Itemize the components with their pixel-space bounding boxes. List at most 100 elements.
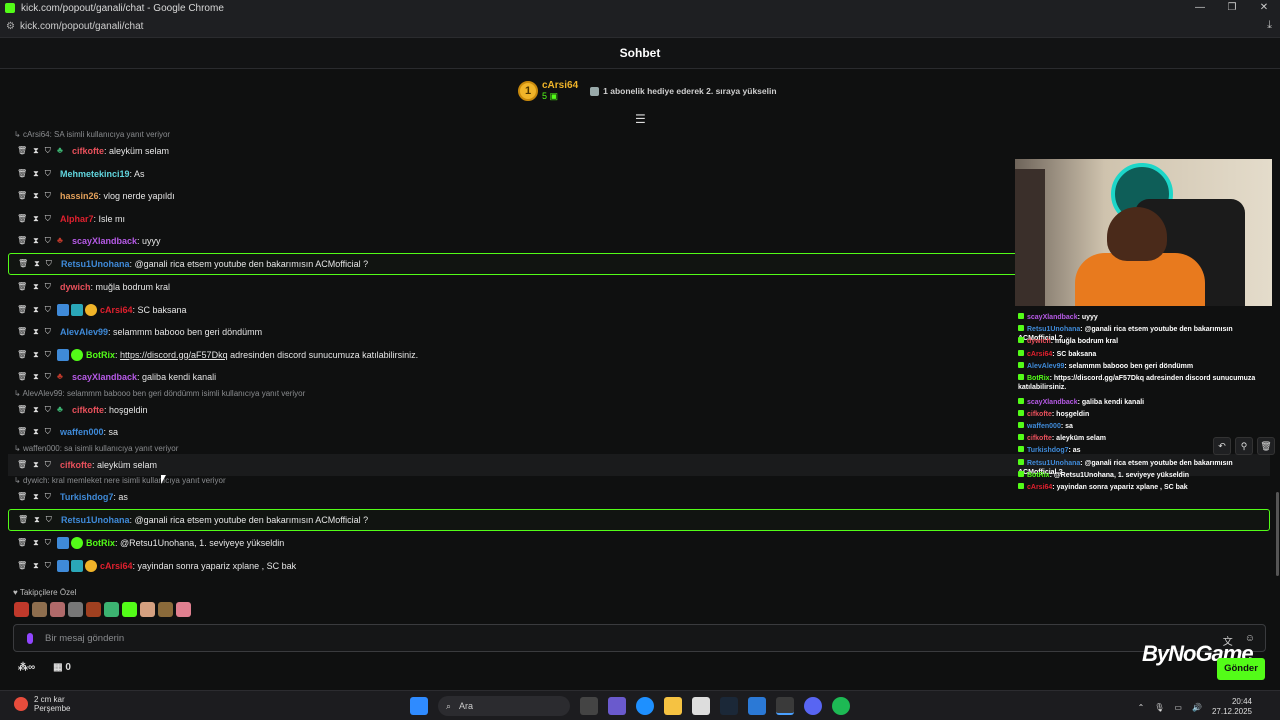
url-text[interactable]: kick.com/popout/ganali/chat — [20, 21, 143, 32]
shield-icon[interactable]: ⛉ — [45, 327, 51, 337]
chat-message[interactable]: 🗑 ⧗ ⛉ BotRix: @Retsu1Unohana, 1. seviyeye y… — [8, 532, 1270, 554]
scrollbar[interactable] — [1276, 492, 1279, 576]
weather-widget[interactable]: 2 cm kar Perşembe — [14, 695, 70, 713]
shield-icon[interactable]: ⛉ — [46, 259, 52, 269]
shield-icon[interactable]: ⛉ — [45, 372, 51, 382]
emote-icon[interactable] — [50, 602, 65, 617]
shield-icon[interactable]: ⛉ — [45, 427, 51, 437]
emote-icon[interactable] — [176, 602, 191, 617]
chat-username[interactable]: AlevAlev99 — [60, 327, 108, 337]
timeout-icon[interactable]: ⧗ — [33, 214, 39, 224]
shield-icon[interactable]: ⛉ — [45, 191, 51, 201]
pin-icon[interactable]: ⚲ — [1235, 437, 1253, 455]
chat-username[interactable]: cifkofte — [72, 405, 104, 415]
timeout-icon[interactable]: ⧗ — [33, 492, 39, 502]
spotify-icon[interactable] — [832, 697, 850, 715]
chat-message[interactable]: 🗑 ⧗ ⛉ Retsu1Unohana: @ganali rica etsem you… — [8, 508, 1270, 531]
chat-username[interactable]: cifkofte — [72, 146, 104, 156]
trash-icon[interactable]: 🗑 — [18, 515, 28, 525]
trash-icon[interactable]: 🗑 — [17, 169, 27, 179]
store-icon[interactable]: ▦ 0 — [53, 662, 71, 673]
minimize-icon[interactable]: — — [1184, 0, 1216, 16]
shield-icon[interactable]: ⛉ — [45, 350, 51, 360]
collapse-icon[interactable]: ☰ — [635, 112, 646, 126]
trash-icon[interactable]: 🗑 — [17, 561, 27, 571]
emote-icon[interactable] — [140, 602, 155, 617]
trash-icon[interactable]: 🗑 — [17, 350, 27, 360]
shield-icon[interactable]: ⛉ — [45, 460, 51, 470]
reply-icon[interactable]: ↶ — [1213, 437, 1231, 455]
chat-username[interactable]: Alphar7 — [60, 214, 94, 224]
shield-icon[interactable]: ⛉ — [45, 561, 51, 571]
emote-icon[interactable] — [32, 602, 47, 617]
site-info-icon[interactable]: ⚙ — [6, 21, 20, 32]
timeout-icon[interactable]: ⧗ — [33, 191, 39, 201]
close-icon[interactable]: ✕ — [1248, 0, 1280, 16]
trash-icon[interactable]: 🗑 — [17, 372, 27, 382]
shield-icon[interactable]: ⛉ — [45, 405, 51, 415]
chevron-up-icon[interactable]: ⌃ — [1138, 703, 1145, 712]
timeout-icon[interactable]: ⧗ — [33, 327, 39, 337]
chat-username[interactable]: scayXlandback — [72, 236, 137, 246]
trash-icon[interactable]: 🗑 — [17, 191, 27, 201]
discord-icon[interactable] — [804, 697, 822, 715]
shield-icon[interactable]: ⛉ — [45, 538, 51, 548]
trash-icon[interactable]: 🗑 — [17, 282, 27, 292]
trash-icon[interactable]: 🗑 — [17, 492, 27, 502]
chat-username[interactable]: Turkishdog7 — [60, 492, 113, 502]
chrome-icon[interactable] — [776, 697, 794, 715]
shield-icon[interactable]: ⛉ — [45, 492, 51, 502]
timeout-icon[interactable]: ⧗ — [33, 169, 39, 179]
clock[interactable]: 20:44 27.12.2025 — [1212, 697, 1252, 717]
shield-icon[interactable]: ⛉ — [45, 236, 51, 246]
shield-icon[interactable]: ⛉ — [45, 169, 51, 179]
chat-message[interactable]: 🗑 ⧗ ⛉ cArsi64: yayindan sonra yapariz xplan… — [8, 555, 1270, 577]
chat-username[interactable]: cArsi64 — [100, 305, 133, 315]
restore-icon[interactable]: ❐ — [1216, 0, 1248, 16]
timeout-icon[interactable]: ⧗ — [33, 146, 39, 156]
search-box[interactable]: ⌕ Ara — [438, 696, 570, 716]
message-input[interactable]: Bir mesaj gönderin 文 ☺ — [13, 624, 1266, 652]
shield-icon[interactable]: ⛉ — [45, 146, 51, 156]
timeout-icon[interactable]: ⧗ — [34, 515, 40, 525]
trash-icon[interactable]: 🗑 — [17, 146, 27, 156]
download-icon[interactable]: ⤓ — [1267, 19, 1272, 32]
timeout-icon[interactable]: ⧗ — [33, 236, 39, 246]
shield-icon[interactable]: ⛉ — [45, 282, 51, 292]
chat-username[interactable]: scayXlandback — [72, 372, 137, 382]
timeout-icon[interactable]: ⧗ — [33, 405, 39, 415]
edge-icon[interactable] — [636, 697, 654, 715]
mail-icon[interactable] — [748, 697, 766, 715]
trash-icon[interactable]: 🗑 — [17, 538, 27, 548]
timeout-icon[interactable]: ⧗ — [33, 538, 39, 548]
trash-icon[interactable]: 🗑 — [17, 327, 27, 337]
timeout-icon[interactable]: ⧗ — [33, 372, 39, 382]
trash-icon[interactable]: 🗑 — [17, 427, 27, 437]
chat-username[interactable]: Mehmetekinci19 — [60, 169, 130, 179]
timeout-icon[interactable]: ⧗ — [34, 259, 40, 269]
file-explorer-icon[interactable] — [664, 697, 682, 715]
timeout-icon[interactable]: ⧗ — [33, 282, 39, 292]
emote-icon[interactable] — [14, 602, 29, 617]
send-button[interactable]: Gönder — [1217, 658, 1265, 680]
trash-icon[interactable]: 🗑 — [17, 305, 27, 315]
timeout-icon[interactable]: ⧗ — [33, 561, 39, 571]
address-bar[interactable]: ⚙ kick.com/popout/ganali/chat ⤓ — [0, 16, 1280, 38]
chat-username[interactable]: Retsu1Unohana — [61, 515, 130, 525]
timeout-icon[interactable]: ⧗ — [33, 350, 39, 360]
emote-icon[interactable] — [158, 602, 173, 617]
store-app-icon[interactable] — [692, 697, 710, 715]
trash-icon[interactable]: 🗑 — [17, 236, 27, 246]
task-view-icon[interactable] — [580, 697, 598, 715]
chat-username[interactable]: waffen000 — [60, 427, 104, 437]
chat-username[interactable]: Retsu1Unohana — [61, 259, 130, 269]
trash-icon[interactable]: 🗑 — [17, 460, 27, 470]
emote-icon[interactable] — [68, 602, 83, 617]
emote-icon[interactable] — [122, 602, 137, 617]
trash-icon[interactable]: 🗑 — [17, 214, 27, 224]
input-placeholder[interactable]: Bir mesaj gönderin — [45, 633, 124, 644]
timeout-icon[interactable]: ⧗ — [33, 427, 39, 437]
chat-username[interactable]: BotRix — [86, 350, 115, 360]
timeout-icon[interactable]: ⧗ — [33, 460, 39, 470]
shield-icon[interactable]: ⛉ — [45, 214, 51, 224]
